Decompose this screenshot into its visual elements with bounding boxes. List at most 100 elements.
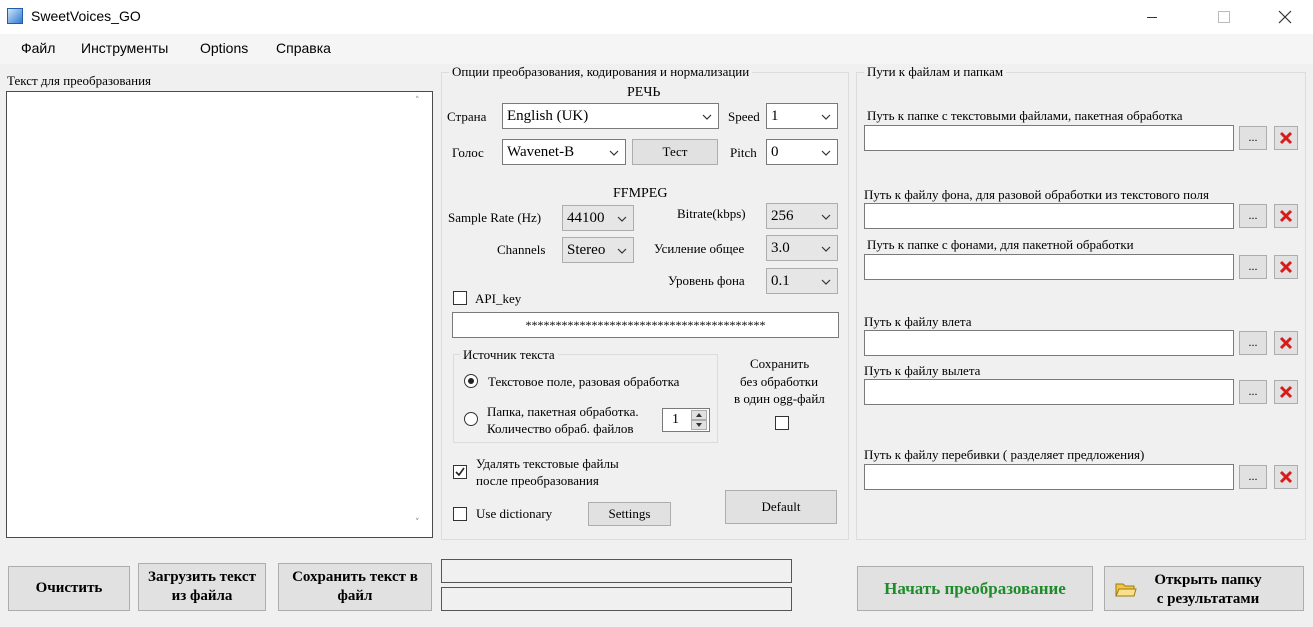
browse-button-separator[interactable]: ... [1239,465,1267,489]
channels-select[interactable]: Stereo [562,237,634,263]
start-conversion-button[interactable]: Начать преобразование [857,566,1093,611]
bitrate-select[interactable]: 256 [766,203,838,229]
clear-button-separator[interactable] [1274,465,1298,489]
menu-help[interactable]: Справка [276,40,331,56]
api-key-label: API_key [475,291,522,306]
save-raw-label-2: без обработки [740,374,819,389]
clear-button-bg-file[interactable] [1274,204,1298,228]
chevron-down-icon [617,248,627,254]
delete-x-icon [1279,260,1293,274]
open-results-label-1: Открыть папку [1154,572,1262,588]
path-input-intro[interactable] [864,330,1234,356]
voice-select[interactable]: Wavenet-B [502,139,626,165]
options-group-title: Опции преобразования, кодирования и норм… [449,64,753,80]
scroll-up-icon[interactable]: ˄ [415,96,420,106]
load-text-label-2: из файла [171,588,233,604]
path-input-separator[interactable] [864,464,1234,490]
sample-rate-select[interactable]: 44100 [562,205,634,231]
stepper-up-button[interactable] [691,410,707,420]
chevron-down-icon [821,214,831,220]
chevron-down-icon [821,150,831,156]
bitrate-label: Bitrate(kbps) [677,206,746,221]
path-label-bg-folder: Путь к папке с фонами, для пакетной обра… [867,237,1134,252]
stepper-down-button[interactable] [691,420,707,430]
speed-value: 1 [771,108,779,124]
delete-files-label-1: Удалять текстовые файлы [476,456,619,471]
use-dictionary-label: Use dictionary [476,506,553,521]
pitch-select[interactable]: 0 [766,139,838,165]
radio-text-field-label: Текстовое поле, разовая обработка [488,374,680,389]
folder-icon [1115,583,1137,597]
radio-folder-label-1: Папка, пакетная обработка. [487,404,639,419]
delete-x-icon [1279,131,1293,145]
clear-text-button[interactable]: Очистить [8,566,130,611]
maximize-button[interactable] [1201,0,1247,34]
bitrate-value: 256 [771,208,794,224]
menu-tools[interactable]: Инструменты [81,40,168,56]
country-value: English (UK) [507,108,589,124]
save-text-label-2: файл [337,588,373,604]
open-results-folder-button[interactable]: Открыть папку с результатами [1104,566,1304,611]
gain-label: Усиление общее [654,241,745,256]
browse-button-bg-file[interactable]: ... [1239,204,1267,228]
paths-group-title: Пути к файлам и папкам [864,64,1007,80]
clear-button-intro[interactable] [1274,331,1298,355]
browse-button-intro[interactable]: ... [1239,331,1267,355]
delete-x-icon [1279,209,1293,223]
channels-label: Channels [497,242,546,257]
app-icon [7,8,23,24]
load-text-button[interactable]: Загрузить текст из файла [138,563,266,611]
browse-button-outro[interactable]: ... [1239,380,1267,404]
speed-label: Speed [728,109,760,124]
bg-level-select[interactable]: 0.1 [766,268,838,294]
menu-options[interactable]: Options [200,40,248,56]
browse-button-text-folder[interactable]: ... [1239,126,1267,150]
path-input-text-folder[interactable] [864,125,1234,151]
settings-button[interactable]: Settings [588,502,671,526]
speed-select[interactable]: 1 [766,103,838,129]
save-raw-checkbox[interactable] [775,416,789,430]
close-button[interactable] [1262,0,1308,34]
clear-button-outro[interactable] [1274,380,1298,404]
path-input-bg-folder[interactable] [864,254,1234,280]
scroll-down-icon[interactable]: ˅ [415,518,420,528]
menu-file[interactable]: Файл [21,40,55,56]
clear-button-text-folder[interactable] [1274,126,1298,150]
minimize-icon [1147,17,1157,18]
sample-rate-label: Sample Rate (Hz) [448,210,542,225]
text-input-area[interactable] [6,91,433,538]
speech-header: РЕЧЬ [627,85,661,100]
title-bar [0,0,1313,34]
path-input-outro[interactable] [864,379,1234,405]
pitch-label: Pitch [730,145,757,160]
country-select[interactable]: English (UK) [502,103,719,129]
browse-button-bg-folder[interactable]: ... [1239,255,1267,279]
api-key-checkbox[interactable] [453,291,467,305]
text-area-label: Текст для преобразования [7,73,152,88]
save-text-button[interactable]: Сохранить текст в файл [278,563,432,611]
minimize-button[interactable] [1129,0,1175,34]
path-input-bg-file[interactable] [864,203,1234,229]
file-count-value: 1 [672,412,679,427]
gain-select[interactable]: 3.0 [766,235,838,261]
test-button[interactable]: Тест [632,139,718,165]
save-raw-label-3: в один ogg-файл [734,391,825,406]
stepper-up-icon [696,413,702,417]
maximize-icon [1218,11,1230,23]
clear-text-label: Очистить [35,580,103,596]
path-label-bg-file: Путь к файлу фона, для разовой обработки… [864,187,1209,202]
start-conversion-label: Начать преобразование [884,579,1066,598]
load-text-label-1: Загрузить текст [148,569,256,585]
country-label: Страна [447,109,487,124]
api-key-input[interactable]: **************************************** [452,312,839,338]
radio-text-field[interactable] [464,374,478,388]
delete-files-checkbox[interactable] [453,465,467,479]
chevron-down-icon [821,114,831,120]
radio-folder[interactable] [464,412,478,426]
use-dictionary-checkbox[interactable] [453,507,467,521]
ffmpeg-header: FFMPEG [613,186,668,201]
default-button[interactable]: Default [725,490,837,524]
clear-button-bg-folder[interactable] [1274,255,1298,279]
file-count-stepper[interactable]: 1 [662,408,710,432]
menu-bar [0,34,1313,64]
